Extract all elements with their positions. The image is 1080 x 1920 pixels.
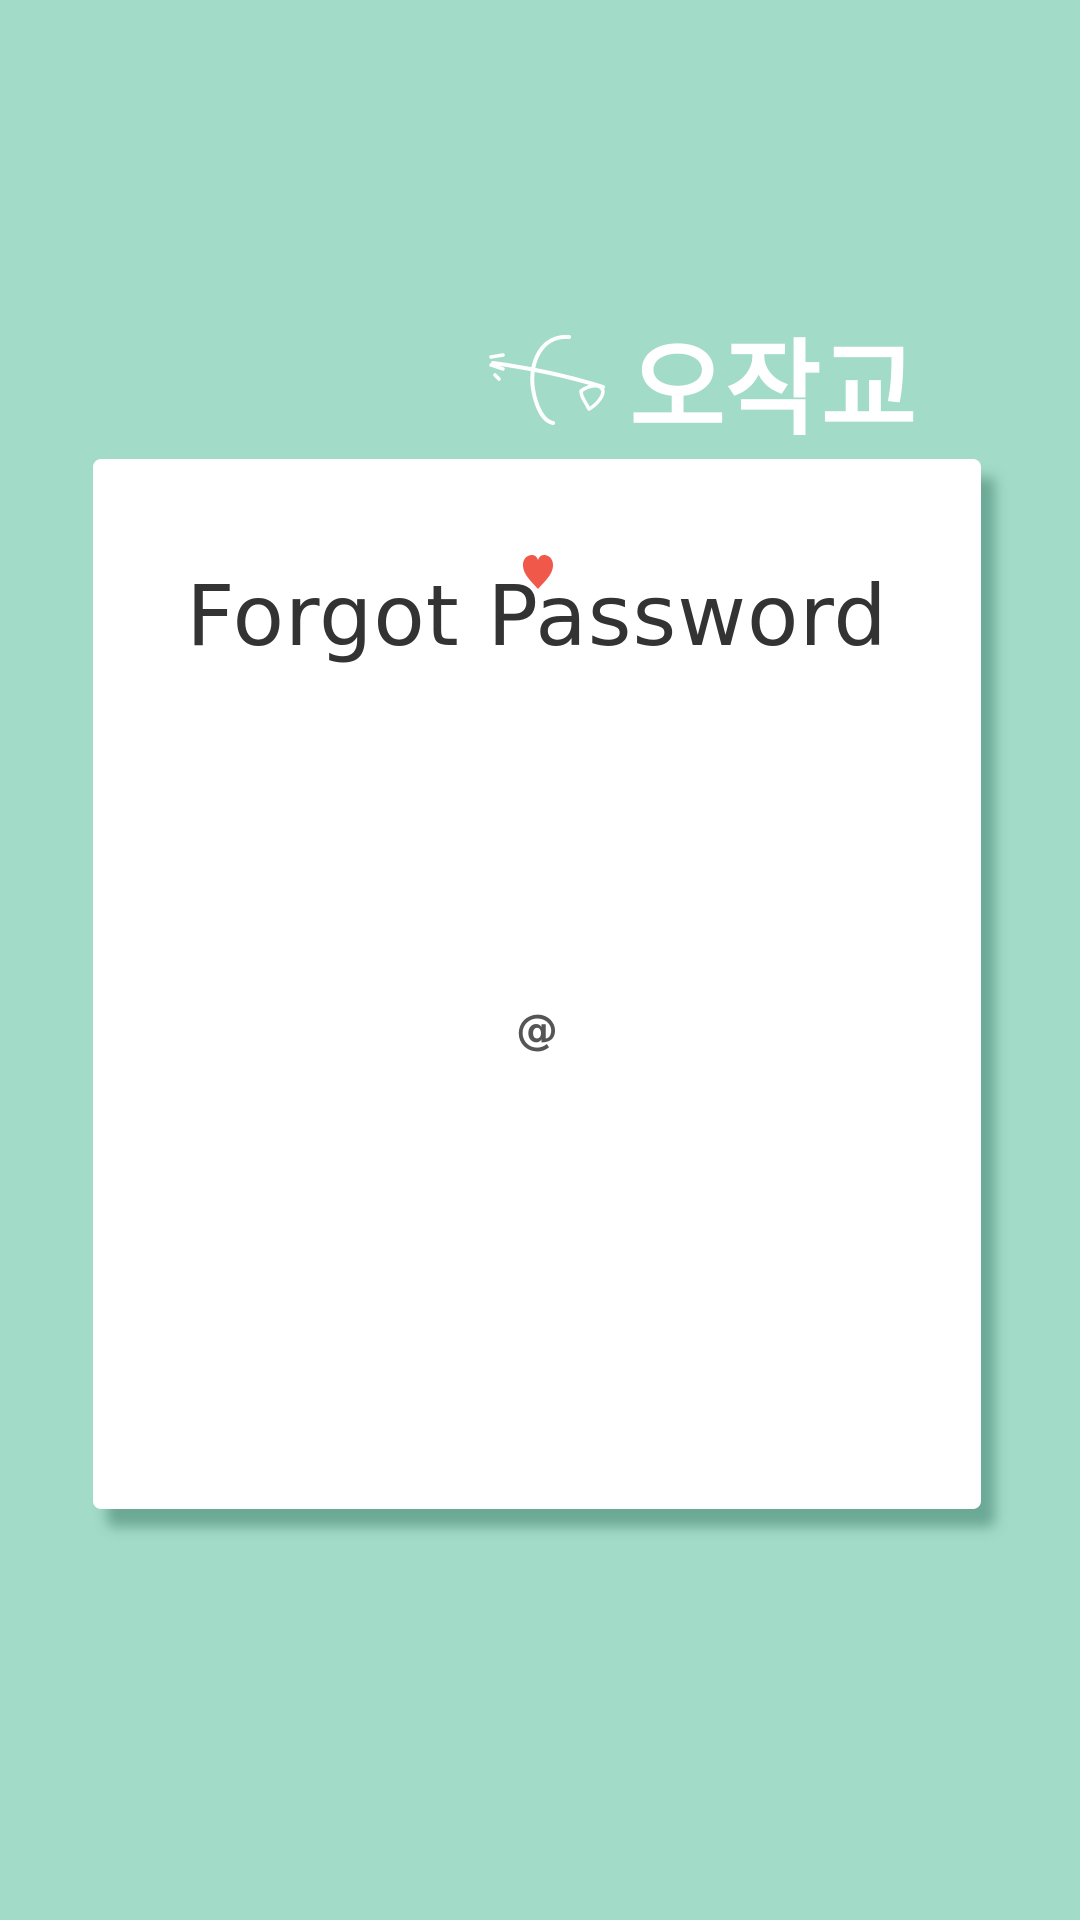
app-logo: 오작교 (489, 328, 917, 450)
heart-icon (523, 555, 554, 589)
email-field[interactable]: @ (243, 999, 831, 1059)
cupid-arrow-icon (489, 334, 605, 425)
title-wrap: Forgot Password (93, 555, 981, 665)
forgot-password-card: Forgot Password @ (93, 459, 981, 1509)
logo-text: 오작교 (630, 328, 917, 450)
at-icon: @ (516, 1004, 558, 1054)
page-title: Forgot Password (186, 555, 887, 658)
